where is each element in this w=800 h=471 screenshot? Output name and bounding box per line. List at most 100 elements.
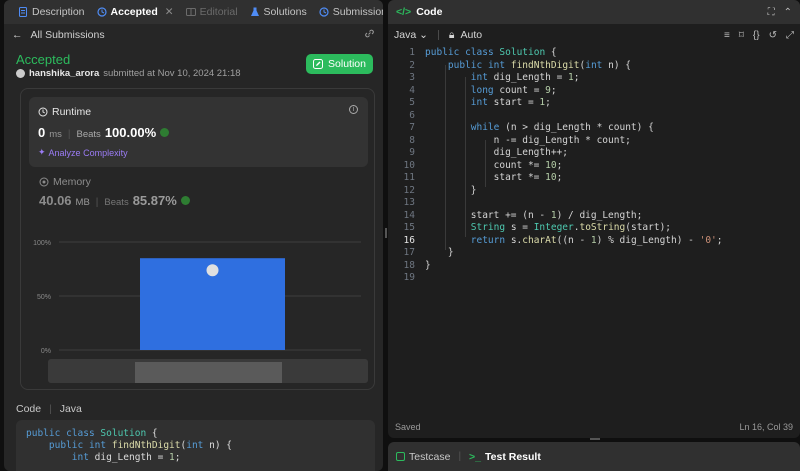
- code-editor[interactable]: 1 public class Solution {2 public int fin…: [388, 47, 800, 407]
- analyze-complexity-label: Analyze Complexity: [48, 147, 128, 158]
- tab-submissions[interactable]: Submissions: [313, 6, 383, 18]
- code-line[interactable]: 14 start += (n - 1) / dig_Length;: [388, 210, 800, 223]
- line-number: 9: [409, 147, 415, 158]
- code-preview[interactable]: public class Solution { public int findN…: [16, 420, 375, 471]
- runtime-unit: ms: [49, 129, 62, 140]
- code-line[interactable]: 4 long count = 9;: [388, 85, 800, 98]
- code-section-header: Code | Java: [16, 403, 82, 415]
- code-line[interactable]: 12 }: [388, 185, 800, 198]
- tab-accepted[interactable]: Accepted ✕: [91, 6, 180, 18]
- format-icon[interactable]: ≡: [724, 30, 730, 41]
- code-line-text: int dig_Length = 1;: [470, 72, 580, 83]
- flask-icon: [250, 7, 259, 16]
- solution-button-label: Solution: [328, 58, 366, 70]
- line-number: 13: [403, 197, 415, 208]
- code-line[interactable]: 16 return s.charAt((n - 1) % dig_Length)…: [388, 235, 800, 248]
- line-number: 5: [409, 97, 415, 108]
- line-number: 6: [409, 109, 415, 121]
- author-username[interactable]: hanshika_arora: [29, 68, 99, 79]
- code-line[interactable]: 19: [388, 272, 800, 285]
- tab-submissions-label: Submissions: [332, 6, 383, 18]
- code-line-text: }: [425, 247, 454, 258]
- close-icon[interactable]: ✕: [165, 6, 174, 18]
- memory-unit: MB: [75, 197, 90, 208]
- book-icon: [185, 8, 196, 16]
- language-select[interactable]: Java ⌄: [394, 29, 428, 41]
- mode-label[interactable]: Auto: [461, 29, 483, 41]
- code-line[interactable]: 2 public int findNthDigit(int n) {: [388, 60, 800, 73]
- memory-label-row: Memory: [39, 176, 190, 188]
- code-line[interactable]: 8 n -= dig_Length * count;: [388, 135, 800, 148]
- code-line[interactable]: 18}: [388, 260, 800, 273]
- editor-panel: </> Code ⛶ ⌃ Java ⌄ 🔒︎ Auto ≡ ⌑ {} ↺ ⤢ 1…: [388, 0, 800, 438]
- code-preview-line: public int findNthDigit(int n) {: [48, 440, 233, 451]
- code-line[interactable]: 15 String s = Integer.toString(start);: [388, 222, 800, 235]
- panel-resize-handle[interactable]: [385, 228, 387, 238]
- tab-editorial[interactable]: Editorial: [180, 6, 244, 18]
- arrow-left-icon[interactable]: ←: [12, 29, 23, 41]
- terminal-icon: >_: [469, 450, 482, 463]
- line-number: 10: [403, 159, 415, 171]
- memory-value-row: 40.06 MB | Beats 85.87%: [39, 193, 190, 208]
- expand-icon[interactable]: ⤢: [786, 30, 794, 41]
- maximize-icon[interactable]: ⛶: [768, 7, 775, 18]
- tab-testcase-label: Testcase: [409, 450, 451, 463]
- code-line[interactable]: 3 int dig_Length = 1;: [388, 72, 800, 85]
- bottom-tab-bar: Testcase | >_ Test Result: [388, 442, 800, 471]
- code-line-text: dig_Length++;: [425, 147, 568, 158]
- bookmark-icon[interactable]: ⌑: [739, 30, 744, 41]
- analyze-complexity-link[interactable]: ✦ Analyze Complexity: [38, 147, 128, 158]
- tab-solutions[interactable]: Solutions: [244, 6, 313, 18]
- memory-beats-label: Beats: [104, 197, 129, 208]
- runtime-card[interactable]: Runtime i 0 ms | Beats 100.00% ✦ Analyze…: [29, 97, 368, 167]
- chart-range-thumb[interactable]: [135, 362, 282, 383]
- memory-value: 40.06: [39, 193, 72, 208]
- divider: |: [458, 451, 462, 462]
- avatar[interactable]: [16, 69, 25, 78]
- code-line-text: }: [425, 259, 431, 271]
- submission-status: Accepted: [16, 52, 71, 67]
- solution-button[interactable]: Solution: [306, 54, 373, 74]
- y-tick-label: 50%: [37, 294, 51, 301]
- code-line[interactable]: 1 public class Solution {: [388, 47, 800, 60]
- sparkle-icon: ✦: [38, 147, 46, 157]
- y-tick-label: 100%: [33, 240, 51, 247]
- code-line[interactable]: 13: [388, 197, 800, 210]
- chevron-up-icon[interactable]: ⌃: [784, 7, 792, 18]
- code-line-text: public int findNthDigit(int n) {: [447, 59, 632, 71]
- braces-icon[interactable]: {}: [753, 30, 760, 41]
- runtime-label-row: Runtime: [38, 106, 91, 118]
- line-number: 14: [403, 209, 415, 221]
- tab-testcase[interactable]: Testcase: [396, 451, 450, 463]
- code-line-text: n -= dig_Length * count;: [425, 134, 631, 146]
- tab-description[interactable]: Description: [12, 6, 91, 18]
- code-line[interactable]: 17 }: [388, 247, 800, 260]
- divider: |: [67, 129, 71, 140]
- line-number: 15: [403, 222, 415, 233]
- code-line[interactable]: 9 dig_Length++;: [388, 147, 800, 160]
- code-line[interactable]: 11 start *= 10;: [388, 172, 800, 185]
- code-line-text: start += (n - 1) / dig_Length;: [425, 209, 643, 221]
- distribution-chart[interactable]: 100% 50% 0%: [21, 237, 376, 387]
- link-icon[interactable]: [364, 28, 375, 42]
- code-line-text: int start = 1;: [470, 97, 551, 108]
- code-line[interactable]: 10 count *= 10;: [388, 160, 800, 173]
- undo-icon[interactable]: ↺: [769, 30, 777, 41]
- code-line[interactable]: 6: [388, 110, 800, 123]
- code-line[interactable]: 5 int start = 1;: [388, 97, 800, 110]
- line-number: 12: [403, 184, 415, 196]
- editor-header: </> Code ⛶ ⌃: [388, 0, 800, 24]
- code-line[interactable]: 7 while (n > dig_Length * count) {: [388, 122, 800, 135]
- tab-test-result[interactable]: >_ Test Result: [469, 451, 541, 463]
- editor-title: Code: [416, 6, 443, 18]
- line-number: 8: [409, 134, 415, 146]
- all-submissions-link[interactable]: All Submissions: [31, 29, 105, 41]
- code-preview-line: int dig_Length = 1;: [71, 452, 181, 463]
- tab-accepted-label: Accepted: [110, 6, 158, 18]
- line-number: 3: [409, 72, 415, 83]
- submission-subbar: ← All Submissions: [4, 24, 383, 46]
- info-icon[interactable]: i: [349, 105, 358, 114]
- memory-card[interactable]: Memory 40.06 MB | Beats 85.87%: [39, 176, 190, 208]
- panel-resize-handle[interactable]: [590, 438, 600, 440]
- code-line-text: public class Solution {: [425, 47, 557, 58]
